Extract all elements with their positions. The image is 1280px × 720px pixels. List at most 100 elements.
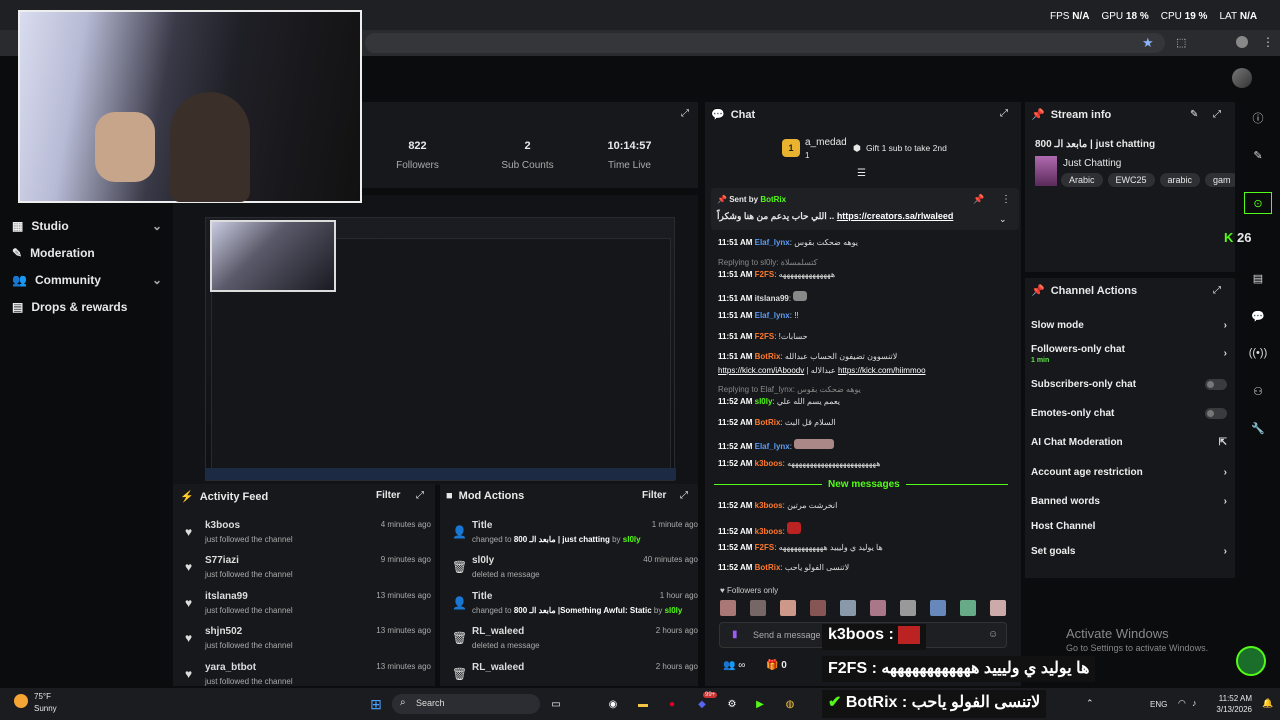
app-icon[interactable]: ⚙ xyxy=(722,694,742,714)
language-indicator[interactable]: ENG xyxy=(1150,700,1167,709)
activity-filter-button[interactable]: Filter xyxy=(376,490,400,501)
chat-message: 11:52 AM F2FS: ها يوليد ي وليييد ههههههه… xyxy=(718,543,883,552)
expand-icon[interactable]: ⤢ xyxy=(681,108,689,119)
ai-moderation-action[interactable]: AI Chat Moderation ⇱ xyxy=(1031,437,1227,448)
task-view-icon[interactable]: ▭ xyxy=(546,694,566,714)
chevron-right-icon: › xyxy=(1223,467,1227,478)
avatar[interactable] xyxy=(930,600,946,616)
top-gifter-count: 1 xyxy=(805,151,810,160)
notifications-icon[interactable]: 🔔 xyxy=(1262,698,1273,709)
emote xyxy=(787,522,802,534)
chevron-down-icon[interactable]: ⌄ xyxy=(999,214,1007,225)
chevron-right-icon: › xyxy=(1223,320,1227,331)
clock[interactable]: 11:52 AM 3/13/2026 xyxy=(1212,694,1252,714)
expand-icon[interactable]: ⤢ xyxy=(416,490,424,501)
users-icon[interactable]: 👥 ∞ xyxy=(723,660,745,671)
avatar[interactable] xyxy=(840,600,856,616)
chat-message: 11:51 AM itslana99: xyxy=(718,291,1008,303)
expand-icon[interactable]: ⤢ xyxy=(680,490,688,501)
pinterest-icon[interactable]: ● xyxy=(662,694,682,714)
chat-message: 11:52 AM k3boos: xyxy=(718,522,1008,536)
sidebar-item-community[interactable]: 👥 Community ⌄ xyxy=(12,268,162,292)
emote xyxy=(898,626,921,644)
weather-text: Sunny xyxy=(34,704,57,713)
sidebar-item-drops[interactable]: ▤ Drops & rewards xyxy=(12,295,162,319)
bookmark-star-icon[interactable]: ★ xyxy=(1142,35,1154,51)
avatar[interactable] xyxy=(870,600,886,616)
search-icon: ⌕ xyxy=(400,697,406,708)
info-icon[interactable]: ⓘ xyxy=(1244,107,1272,129)
emotes-only-action[interactable]: Emotes-only chat xyxy=(1031,408,1227,419)
steam-icon[interactable]: ◉ xyxy=(603,694,623,714)
list-icon[interactable]: ▤ xyxy=(1244,267,1272,289)
extensions-icon[interactable]: ⬚ xyxy=(1176,36,1186,49)
activity-feed-header: ⚡ Activity Feed xyxy=(180,490,269,504)
top-gifter-name[interactable]: a_medad xyxy=(805,137,847,148)
subscribers-only-action[interactable]: Subscribers-only chat xyxy=(1031,379,1227,390)
chat-message: 11:52 AM k3boos: ههههههههههههههههههههههه… xyxy=(718,459,881,468)
avatar[interactable] xyxy=(990,600,1006,616)
emoji-icon[interactable]: ☺ xyxy=(988,629,998,640)
expand-icon[interactable]: ⤢ xyxy=(1000,108,1008,119)
list-item: 👤 Title changed to 800 مابعد الـ | just ch… xyxy=(452,520,698,544)
taskbar-search[interactable]: ⌕ Search xyxy=(392,694,540,714)
expand-icon[interactable]: ⤢ xyxy=(1213,285,1221,296)
gift-count[interactable]: 🎁 0 xyxy=(766,660,787,671)
chrome-icon[interactable]: ◍ xyxy=(780,694,800,714)
chat-header: 💬 Chat xyxy=(711,108,756,122)
windows-start-icon[interactable]: ⊞ xyxy=(366,694,386,714)
pin-icon[interactable]: 📌 xyxy=(973,194,984,205)
set-goals-action[interactable]: Set goals › xyxy=(1031,546,1227,557)
tag[interactable]: Arabic xyxy=(1061,173,1103,187)
broadcast-icon[interactable]: ((•)) xyxy=(1244,342,1272,364)
collapse-icon[interactable]: ☰ xyxy=(857,168,866,179)
menu-icon[interactable]: ⋮ xyxy=(1262,35,1274,49)
avatar[interactable] xyxy=(780,600,796,616)
verified-icon: ✔ xyxy=(828,694,842,711)
kick-circle-icon[interactable] xyxy=(1236,646,1266,676)
tag[interactable]: gam xyxy=(1205,173,1235,187)
volume-icon[interactable]: ♪ xyxy=(1192,698,1197,708)
wifi-icon[interactable]: ◠ xyxy=(1178,698,1186,709)
avatar[interactable] xyxy=(720,600,736,616)
expand-icon[interactable]: ⤢ xyxy=(1213,109,1221,120)
focus-icon[interactable]: ⊙ xyxy=(1244,192,1272,214)
performance-overlay: FPS N/A GPU 18 % CPU 19 % LAT N/A xyxy=(1050,11,1258,22)
followers-only-action[interactable]: Followers-only chat 1 min › xyxy=(1031,344,1227,364)
people-icon[interactable]: ⚇ xyxy=(1244,380,1272,402)
pencil-icon[interactable]: ✎ xyxy=(1244,144,1272,166)
chat-message-links: https://kick.com/iAboodv | عبدالاله http… xyxy=(718,366,926,375)
wrench-icon[interactable]: 🔧 xyxy=(1244,417,1272,439)
banned-words-action[interactable]: Banned words › xyxy=(1031,496,1227,507)
stream-info-panel: 📌 Stream info ✎ ⤢ 800 مابعد الـ | just ch… xyxy=(1025,102,1235,272)
gift-sub-text: Gift 1 sub to take 2nd xyxy=(866,143,947,153)
more-icon[interactable]: ⋮ xyxy=(1001,194,1011,205)
users-icon: 👥 xyxy=(12,273,27,287)
account-age-action[interactable]: Account age restriction › xyxy=(1031,467,1227,478)
reply-context: Replying to Elaf_lynx: يوهه ضحكت بقوس xyxy=(718,385,861,394)
tag[interactable]: arabic xyxy=(1159,173,1201,187)
toggle[interactable] xyxy=(1205,379,1227,390)
avatar[interactable] xyxy=(900,600,916,616)
app-icon[interactable]: ▶ xyxy=(750,694,770,714)
mod-actions-header: ■ Mod Actions xyxy=(446,490,525,502)
tag[interactable]: EWC25 xyxy=(1107,173,1155,187)
sidebar-item-studio[interactable]: ▦ Studio ⌄ xyxy=(12,214,162,238)
mod-filter-button[interactable]: Filter xyxy=(642,490,666,501)
avatar[interactable] xyxy=(960,600,976,616)
avatar[interactable] xyxy=(750,600,766,616)
category-name[interactable]: Just Chatting xyxy=(1063,158,1121,169)
tray-chevron-icon[interactable]: ⌃ xyxy=(1086,698,1094,709)
emote-picker-icon[interactable]: ▮ xyxy=(732,629,738,640)
profile-icon[interactable] xyxy=(1236,36,1248,48)
avatar[interactable] xyxy=(1232,68,1252,88)
edit-icon[interactable]: ✎ xyxy=(1190,109,1198,120)
sidebar-item-moderation[interactable]: ✎ Moderation xyxy=(12,241,162,265)
host-channel-action[interactable]: Host Channel xyxy=(1031,521,1227,532)
avatar[interactable] xyxy=(810,600,826,616)
address-bar[interactable] xyxy=(365,33,1165,53)
chat-bubble-icon[interactable]: 💬 xyxy=(1244,305,1272,327)
toggle[interactable] xyxy=(1205,408,1227,419)
file-explorer-icon[interactable]: ▬ xyxy=(633,694,653,714)
slow-mode-action[interactable]: Slow mode › xyxy=(1031,320,1227,331)
